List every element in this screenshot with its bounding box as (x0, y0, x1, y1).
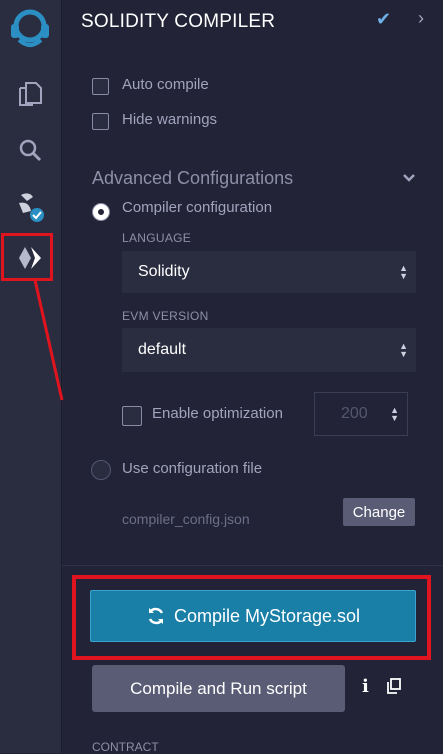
compile-button[interactable]: Compile MyStorage.sol (90, 590, 416, 642)
enable-optimization-label: Enable optimization (152, 405, 283, 422)
section-divider (62, 565, 443, 566)
config-file-name: compiler_config.json (122, 511, 250, 527)
auto-compile-checkbox[interactable] (92, 78, 109, 95)
use-configuration-file-label: Use configuration file (122, 460, 263, 477)
refresh-icon (148, 607, 164, 625)
compiled-check-icon: ✔ (376, 9, 392, 29)
hide-warnings-checkbox[interactable] (92, 113, 109, 130)
panel-title: SOLIDITY COMPILER (81, 11, 276, 32)
compile-and-run-button[interactable]: Compile and Run script (92, 665, 345, 712)
hide-warnings-label: Hide warnings (122, 111, 218, 128)
select-arrows-icon: ▲ ▼ (399, 263, 408, 281)
auto-compile-label: Auto compile (122, 76, 209, 93)
compiler-configuration-label: Compiler configuration (122, 199, 273, 216)
copy-icon[interactable] (387, 678, 401, 699)
advanced-configurations-title[interactable]: Advanced Configurations (92, 168, 293, 189)
language-select[interactable]: Solidity ▲ ▼ (122, 251, 416, 293)
use-configuration-file-radio[interactable] (91, 460, 111, 480)
enable-optimization-checkbox[interactable] (122, 406, 142, 426)
language-label: LANGUAGE (122, 231, 192, 245)
evm-version-select[interactable]: default ▲ ▼ (122, 328, 416, 372)
optimization-runs-input[interactable]: 200 ▲ ▼ (314, 392, 408, 436)
evm-version-label: EVM VERSION (122, 309, 209, 323)
compiler-configuration-radio[interactable] (92, 203, 110, 221)
contract-label: CONTRACT (92, 740, 159, 754)
select-arrows-icon: ▲ ▼ (399, 341, 408, 359)
optimization-runs-value: 200 (341, 405, 368, 422)
language-value: Solidity (138, 263, 190, 280)
compile-button-label: Compile MyStorage.sol (173, 605, 361, 626)
panel-header: SOLIDITY COMPILER ✔ › (62, 0, 443, 44)
chevron-down-icon[interactable] (402, 170, 416, 186)
change-config-button[interactable]: Change (343, 498, 415, 526)
evm-version-value: default (138, 341, 187, 358)
info-icon[interactable]: i (362, 676, 369, 697)
compiler-panel: SOLIDITY COMPILER ✔ › Auto compile Hide … (62, 0, 443, 754)
chevron-right-icon[interactable]: › (418, 8, 424, 29)
stepper-arrows-icon[interactable]: ▲ ▼ (390, 406, 399, 423)
